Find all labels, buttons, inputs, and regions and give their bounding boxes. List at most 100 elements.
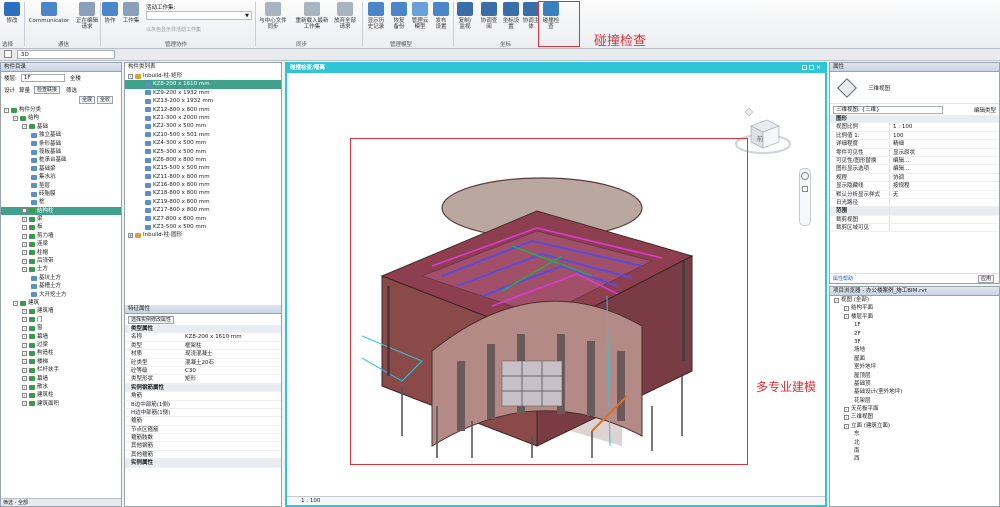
tree-item[interactable]: -窗 xyxy=(1,324,121,332)
ribbon-button[interactable]: 管理云模型 xyxy=(411,2,429,38)
tree-item[interactable]: - 建筑墙 xyxy=(1,307,121,315)
ribbon-button[interactable]: 重新载入最新工作集 xyxy=(295,2,329,38)
collapse-all-button[interactable]: 全收 xyxy=(96,96,113,104)
ribbon-button[interactable]: 工作集 xyxy=(122,2,140,38)
edit-type-button[interactable]: 编辑类型 xyxy=(974,106,996,114)
tree-item[interactable]: - 构件分类 xyxy=(1,106,121,114)
tree-item[interactable]: - 后浇带 xyxy=(1,257,121,265)
prop-value[interactable]: KZ8-200 x 1610 mm xyxy=(185,333,281,340)
check-connect-button[interactable]: 检查联接 xyxy=(34,86,61,94)
prop-value[interactable]: 精细 xyxy=(890,140,999,147)
tree-item[interactable]: - 土方 xyxy=(1,265,121,273)
feature-prop-row[interactable]: 箍筋肢数 xyxy=(125,434,281,443)
property-row[interactable]: 默认分析显示样式无 xyxy=(830,190,999,199)
prop-value[interactable] xyxy=(890,224,999,231)
mode-design[interactable]: 设计 xyxy=(4,86,15,94)
type-selector[interactable]: 三维视图 xyxy=(830,72,999,104)
prop-value[interactable] xyxy=(185,434,281,441)
expand-toggle-icon[interactable]: - xyxy=(22,241,27,247)
property-row[interactable]: 零件可见性 显示原状 xyxy=(830,148,999,157)
browser-item[interactable]: 南 xyxy=(830,447,999,455)
browser-item[interactable]: - 天花板平面 xyxy=(830,405,999,413)
property-row[interactable]: 显示隐藏线 按规程 xyxy=(830,182,999,191)
expand-toggle-icon[interactable]: - xyxy=(22,367,27,373)
group-rect[interactable]: - Inbuild-柱-矩形 xyxy=(125,72,281,80)
properties-help-link[interactable]: 属性帮助 xyxy=(833,275,853,282)
expand-toggle-icon[interactable]: - xyxy=(22,359,27,365)
prop-value[interactable]: 框架柱 xyxy=(185,342,281,349)
ribbon-button[interactable]: 发布设置 xyxy=(433,2,449,38)
ribbon-button[interactable]: 放弃全部请求 xyxy=(333,2,357,38)
prop-value[interactable]: 100 xyxy=(890,132,999,139)
close-icon[interactable]: × xyxy=(816,65,821,71)
column-type-item[interactable]: KZ9-200 x 1932 mm xyxy=(125,89,281,97)
browser-item[interactable]: 基础顶 xyxy=(830,380,999,388)
browser-item[interactable]: - 视图 (全部) xyxy=(830,296,999,304)
view-tab[interactable]: 碰撞检查/隔离 xyxy=(287,64,825,73)
group-round[interactable]: + Inbuild-柱-圆形 xyxy=(125,231,281,239)
expand-toggle-icon[interactable]: - xyxy=(22,124,27,130)
tree-item[interactable]: - 剪力墙 xyxy=(1,232,121,240)
property-row[interactable]: 范围 xyxy=(830,207,999,216)
tree-item[interactable]: 筏板基础 xyxy=(1,148,121,156)
ribbon-button[interactable]: 显示历史记录 xyxy=(366,2,386,38)
column-type-item[interactable]: KZ5-300 x 500 mm xyxy=(125,148,281,156)
prop-value[interactable]: 1 : 100 xyxy=(890,123,999,130)
property-row[interactable]: 详细程度 精细 xyxy=(830,140,999,149)
expand-toggle-icon[interactable]: - xyxy=(844,423,849,429)
tree-item[interactable]: 基础梁 xyxy=(1,165,121,173)
expand-toggle-icon[interactable]: - xyxy=(22,216,27,222)
tree-item[interactable]: 桩承台基础 xyxy=(1,156,121,164)
property-row[interactable]: 可见性/图形替换 编辑... xyxy=(830,156,999,166)
prop-value[interactable] xyxy=(890,199,999,206)
gray-inactive-checkbox[interactable]: 以灰色显示非活动工作集 xyxy=(146,26,201,33)
zoom-icon[interactable] xyxy=(802,186,808,192)
expand-toggle-icon[interactable]: - xyxy=(844,306,849,312)
tree-item[interactable]: 独立基础 xyxy=(1,131,121,139)
expand-toggle-icon[interactable]: - xyxy=(834,297,839,303)
expand-toggle-icon[interactable]: - xyxy=(844,314,849,320)
expand-toggle-icon[interactable]: - xyxy=(844,406,849,412)
browser-item[interactable]: - 结构平面 xyxy=(830,304,999,312)
expand-toggle-icon[interactable]: - xyxy=(22,309,27,315)
view-instance-select[interactable]: 三维视图: {三维} xyxy=(833,105,943,114)
expand-toggle-icon[interactable]: - xyxy=(22,258,27,264)
tree-item[interactable]: 桩 xyxy=(1,198,121,206)
graphics-section[interactable]: 图形 xyxy=(830,115,999,124)
tree-item[interactable]: 基坑土方 xyxy=(1,274,121,282)
expand-toggle-icon[interactable]: - xyxy=(13,116,18,122)
column-type-item[interactable]: KZ12-800 x 800 mm xyxy=(125,106,281,114)
prop-value[interactable] xyxy=(185,401,281,408)
property-row[interactable]: 比例值 1: 100 xyxy=(830,131,999,141)
feature-prop-row[interactable]: B边中部筋(1侧) xyxy=(125,401,281,409)
prop-value[interactable]: 无 xyxy=(890,191,999,198)
tree-item[interactable]: - 栏杆扶手 xyxy=(1,366,121,374)
expand-toggle-icon[interactable]: - xyxy=(13,300,18,306)
prop-value[interactable]: 协调 xyxy=(890,174,999,181)
column-type-item[interactable]: KZ11-800 x 800 mm xyxy=(125,173,281,181)
expand-toggle-icon[interactable]: - xyxy=(4,107,9,113)
prop-value[interactable] xyxy=(185,451,281,458)
browser-item[interactable]: - 三维视图 xyxy=(830,413,999,421)
tree-item[interactable]: - 柱帽 xyxy=(1,249,121,257)
active-workset-dropdown[interactable]: ▼ xyxy=(146,11,252,20)
property-row[interactable]: 裁剪区域可见 xyxy=(830,224,999,233)
prop-value[interactable]: C30 xyxy=(185,367,281,374)
ribbon-button[interactable]: 复制/监视 xyxy=(456,2,474,38)
select-instance-button[interactable]: 选择实例修改属性 xyxy=(128,316,175,324)
tree-item[interactable]: -板 xyxy=(1,223,121,231)
column-type-item[interactable]: KZ7-800 x 800 mm xyxy=(125,215,281,223)
column-type-item[interactable]: KZ18-800 x 800 mm xyxy=(125,189,281,197)
all-floors-checkbox[interactable]: 全楼 xyxy=(70,74,81,82)
prop-value[interactable] xyxy=(185,442,281,449)
feature-prop-row[interactable]: 箍筋 xyxy=(125,417,281,426)
column-type-item[interactable]: KZ17-800 x 800 mm xyxy=(125,206,281,214)
tree-item[interactable]: - 幕墙 xyxy=(1,375,121,383)
mode-quantity[interactable]: 算量 xyxy=(19,86,30,94)
tree-item[interactable]: - 过梁 xyxy=(1,341,121,349)
browser-item[interactable]: 1F xyxy=(830,321,999,329)
ribbon-button[interactable]: Communicator xyxy=(26,2,72,38)
feature-prop-row[interactable]: 其他箍筋 xyxy=(125,451,281,460)
expand-toggle-icon[interactable]: - xyxy=(22,376,27,382)
ribbon-button[interactable]: 恢复备份 xyxy=(391,2,407,38)
